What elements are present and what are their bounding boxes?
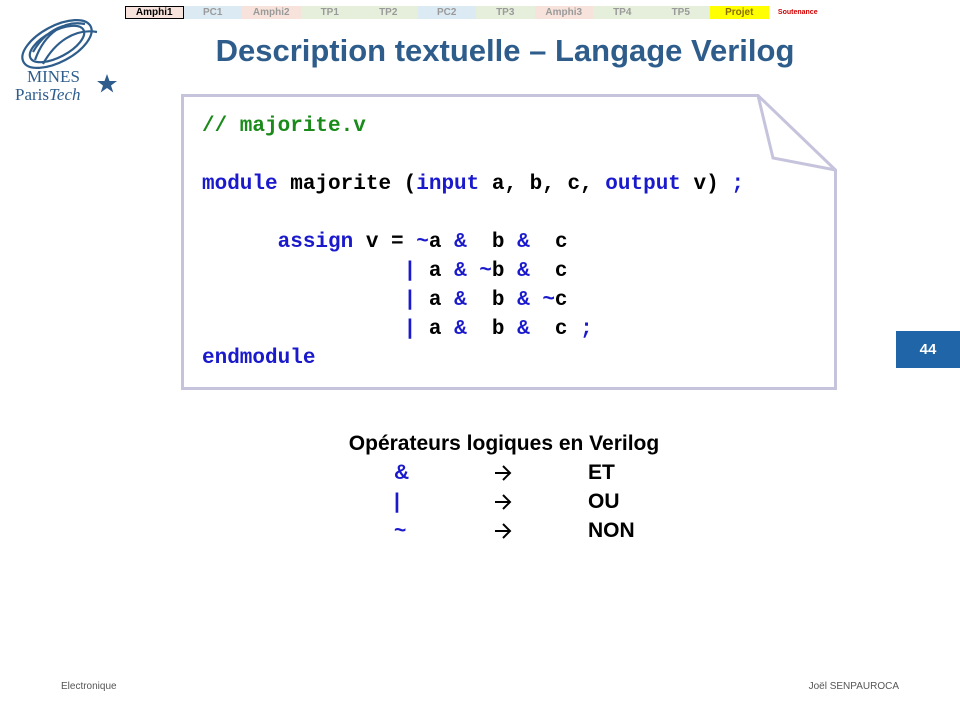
page-number-badge: 44 (896, 331, 960, 368)
kw-output: output (605, 173, 681, 196)
op-and: & (454, 231, 467, 254)
tab-projet[interactable]: Projet (710, 6, 769, 19)
operator-meaning: ET (588, 461, 615, 484)
course-navigation: Amphi1 PC1 Amphi2 TP1 TP2 PC2 TP3 Amphi3… (125, 6, 827, 19)
code-comment: // majorite.v (202, 115, 366, 138)
tab-tp1[interactable]: TP1 (300, 6, 359, 19)
tab-amphi3[interactable]: Amphi3 (534, 6, 593, 19)
code-assign-lhs: v = (353, 231, 417, 254)
code-semicolon: ; (731, 173, 744, 196)
operator-symbol: ~ (394, 519, 407, 542)
verilog-code: // majorite.v module majorite (input a, … (202, 115, 744, 370)
op-and: & (454, 260, 467, 283)
kw-input: input (416, 173, 480, 196)
operator-symbol: | (394, 490, 400, 513)
tab-tp5[interactable]: TP5 (651, 6, 710, 19)
op-or: | (403, 318, 417, 341)
kw-module: module (202, 173, 278, 196)
op-and: & (517, 260, 530, 283)
logo-mines: MINES (27, 67, 80, 86)
footer-author: Joël SENPAUROCA (808, 681, 899, 692)
logo-star-icon (97, 74, 117, 93)
tab-soutenance[interactable]: Soutenance (768, 6, 827, 19)
op-and: & (517, 231, 530, 254)
op-and: & (454, 289, 467, 312)
kw-assign: assign (277, 231, 354, 254)
op-and: & (454, 318, 467, 341)
code-semicolon: ; (580, 318, 593, 341)
tab-pc1[interactable]: PC1 (183, 6, 242, 19)
op-not: ~ (479, 260, 492, 283)
operator-row-or: | OU (0, 488, 960, 516)
op-and: & (517, 289, 530, 312)
op-and: & (517, 318, 530, 341)
slide-title: Description textuelle – Langage Verilog (215, 33, 795, 68)
arrow-right-icon (493, 517, 513, 553)
logo-paris: ParisTech (15, 85, 81, 104)
code-args: a, b, c, (479, 173, 606, 196)
tab-amphi2[interactable]: Amphi2 (242, 6, 301, 19)
logo-graphic: MINES ParisTech (15, 19, 117, 104)
tab-pc2[interactable]: PC2 (417, 6, 476, 19)
code-modname: majorite ( (277, 173, 417, 196)
operator-symbol: & (394, 461, 410, 484)
tab-tp4[interactable]: TP4 (593, 6, 652, 19)
tab-tp3[interactable]: TP3 (476, 6, 535, 19)
op-not: ~ (542, 289, 555, 312)
tab-tp2[interactable]: TP2 (359, 6, 418, 19)
kw-endmodule: endmodule (202, 347, 316, 370)
operator-meaning: OU (588, 490, 620, 513)
op-not: ~ (416, 231, 429, 254)
operator-row-and: & ET (0, 459, 960, 487)
op-or: | (403, 289, 417, 312)
code-v: v) (680, 173, 732, 196)
mines-paristech-logo: MINES ParisTech (5, 12, 120, 107)
tab-amphi1[interactable]: Amphi1 (125, 6, 184, 19)
operators-heading: Opérateurs logiques en Verilog (348, 432, 660, 455)
operator-meaning: NON (588, 519, 635, 542)
footer-course: Electronique (61, 681, 117, 692)
op-or: | (403, 260, 417, 283)
operator-row-not: ~ NON (0, 517, 960, 545)
